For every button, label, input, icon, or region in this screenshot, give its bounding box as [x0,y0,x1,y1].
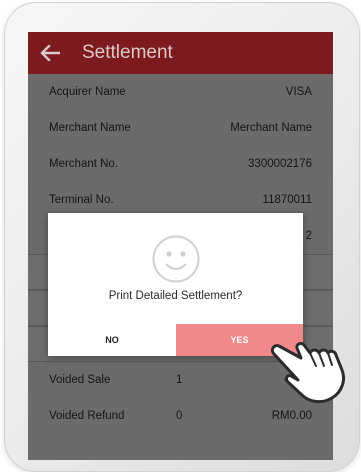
app-bar: Settlement [28,32,333,74]
row-value: 2 [305,230,312,242]
row-label: Terminal No. [49,194,114,206]
dialog-message: Print Detailed Settlement? [108,290,243,302]
pointing-hand-icon [270,342,346,404]
row-amount: RM0.00 [271,410,312,422]
page-title: Settlement [82,42,173,63]
row-label: Acquirer Name [49,86,126,98]
list-item-merchant-name: Merchant Name Merchant Name [28,110,333,146]
arrow-left-icon [40,45,60,61]
row-count: 0 [176,410,183,422]
row-value: VISA [285,86,312,98]
back-button[interactable] [28,32,72,74]
row-value: Merchant Name [230,122,312,134]
row-label: Voided Sale [49,374,111,386]
row-count: 1 [176,374,183,386]
smiley-icon [152,235,200,283]
list-item-merchant-no: Merchant No. 3300002176 [28,146,333,182]
row-label: Merchant Name [49,122,131,134]
row-value: 11870011 [262,194,312,206]
list-item-acquirer: Acquirer Name VISA [28,74,333,110]
row-value: 3300002176 [248,158,312,170]
print-confirm-dialog: Print Detailed Settlement? NO YES [48,213,303,356]
row-label: Merchant No. [49,158,119,170]
row-label: Voided Refund [49,410,125,422]
no-button[interactable]: NO [48,324,176,356]
